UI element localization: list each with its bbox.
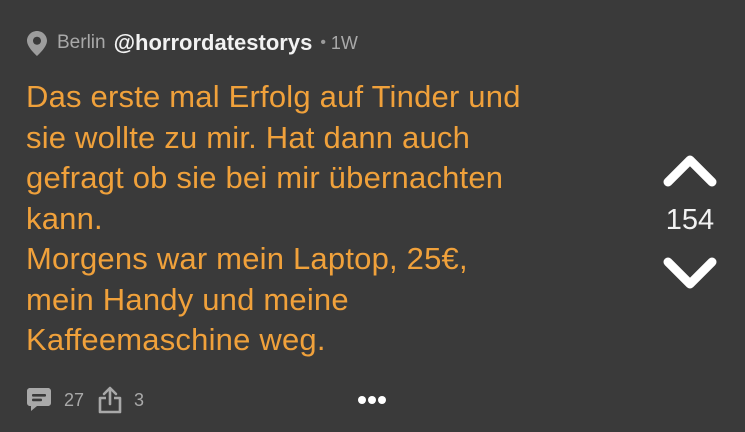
- post-line: Morgens war mein Laptop, 25€,: [26, 241, 468, 276]
- more-options-icon: [358, 396, 386, 404]
- post-line: mein Handy und meine: [26, 281, 349, 317]
- downvote-button[interactable]: [658, 252, 722, 296]
- vote-widget: 154: [655, 148, 725, 298]
- post-card: Berlin @horrordatestorys • 1W Das erste …: [0, 0, 745, 432]
- post-header: Berlin @horrordatestorys • 1W: [26, 28, 358, 58]
- post-line: kann.: [26, 200, 103, 236]
- username[interactable]: @horrordatestorys: [114, 30, 313, 56]
- post-line: Das erste mal Erfolg auf Tinder und: [26, 79, 521, 114]
- separator-dot: •: [320, 34, 326, 51]
- post-line: Kaffeemaschine weg.: [26, 322, 326, 357]
- post-footer: 27 3: [26, 383, 158, 417]
- comment-icon: [27, 388, 51, 411]
- more-options-button[interactable]: [355, 388, 389, 412]
- post-line: gefragt ob sie bei mir übernachten: [26, 160, 504, 195]
- post-age: 1W: [330, 32, 358, 53]
- map-pin-icon: [26, 30, 48, 56]
- chevron-up-icon: [663, 155, 717, 187]
- upvote-button[interactable]: [658, 148, 722, 192]
- share-count: 3: [134, 389, 145, 410]
- comments-button[interactable]: 27: [26, 387, 84, 413]
- share-icon: [98, 386, 122, 414]
- share-button[interactable]: 3: [98, 386, 144, 414]
- post-body: Das erste mal Erfolg auf Tinder und sie …: [26, 77, 626, 361]
- chevron-down-icon: [663, 257, 717, 289]
- vote-score: 154: [665, 204, 715, 236]
- location-label[interactable]: Berlin: [57, 32, 106, 54]
- comment-count: 27: [64, 389, 85, 410]
- post-line: sie wollte zu mir. Hat dann auch: [26, 119, 471, 155]
